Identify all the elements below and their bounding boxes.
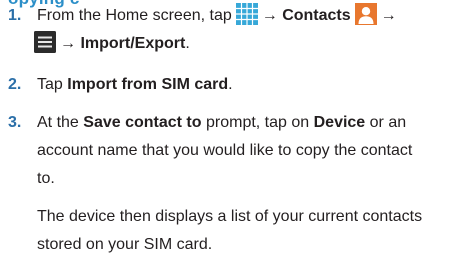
step-1-period: . <box>185 35 190 52</box>
step-text: From the Home screen, tap → Contacts → → I… <box>34 2 397 58</box>
step-1-line-1: From the Home screen, tap → Contacts → <box>37 2 397 30</box>
step-text: Tap Import from SIM card. <box>37 71 233 99</box>
save-contact-to-label: Save contact to <box>83 114 202 131</box>
step-3-mid-2: or an <box>369 114 407 131</box>
step-3-line-2: account name that you would like to copy… <box>37 142 413 159</box>
arrow-glyph: → <box>60 35 76 52</box>
step-2-suffix: . <box>228 76 233 93</box>
step-3-line-3: to. <box>37 170 55 187</box>
contacts-icon <box>354 3 377 25</box>
step-1-prefix: From the Home screen, tap <box>37 7 232 24</box>
step-3-prefix: At the <box>37 114 79 131</box>
step-3-line-4: The device then displays a list of your … <box>37 208 423 225</box>
apps-grid-icon <box>235 3 258 25</box>
step-number: 3. <box>8 114 22 131</box>
import-from-sim-label: Import from SIM card <box>67 76 229 93</box>
step-3-mid-1: prompt, tap on <box>205 114 310 131</box>
manual-page: opying c 1. From the Home screen, tap→ C… <box>0 0 464 253</box>
step-2-line-1: Tap Import from SIM card. <box>37 71 233 99</box>
arrow-glyph: → <box>380 7 397 24</box>
device-label: Device <box>313 114 366 131</box>
step-3-line-5: stored on your SIM card. <box>37 236 213 253</box>
step-number: 2. <box>8 76 22 93</box>
step-1-line-2: → Import/Export. <box>34 30 397 58</box>
contacts-label: Contacts <box>282 7 351 24</box>
step-3-line-1: At the Save contact to prompt, tap on De… <box>37 109 422 137</box>
menu-icon <box>34 31 56 53</box>
step-text: At the Save contact to prompt, tap on De… <box>37 109 422 259</box>
import-export-label: Import/Export <box>80 35 186 52</box>
arrow-glyph: → <box>261 7 278 24</box>
step-number: 1. <box>8 7 22 24</box>
step-2-prefix: Tap <box>37 76 63 93</box>
